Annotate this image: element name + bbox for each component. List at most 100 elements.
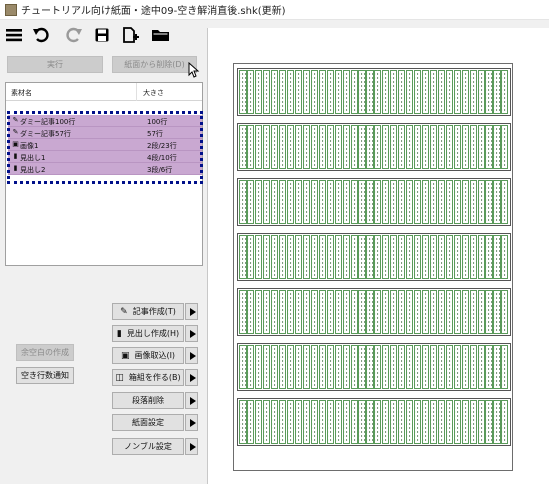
line-cell	[263, 180, 271, 224]
title-bar: チュートリアル向け紙面・途中09-空き解消直後.shk(更新)	[0, 0, 549, 20]
page-block[interactable]	[237, 68, 511, 116]
line-cell	[477, 70, 485, 114]
line-cell	[350, 400, 358, 444]
line-cell	[445, 125, 453, 169]
nombre-settings-button[interactable]: ノンブル設定	[112, 438, 184, 455]
line-cell	[326, 70, 334, 114]
list-item[interactable]: ✎ ダミー記事100行 100行	[8, 115, 202, 127]
create-heading-label: 見出し作成(H)	[126, 329, 180, 338]
line-cell	[342, 290, 350, 334]
line-cell	[406, 235, 414, 279]
line-cell	[469, 70, 477, 114]
line-cell	[358, 125, 366, 169]
line-cell	[271, 400, 279, 444]
line-cell	[421, 125, 430, 169]
line-cell	[294, 235, 303, 279]
line-cell	[461, 235, 469, 279]
nombre-settings-arrow[interactable]	[185, 438, 198, 455]
line-cell	[326, 125, 334, 169]
line-cell	[263, 70, 271, 114]
line-cell	[414, 345, 422, 389]
line-cell	[382, 290, 390, 334]
line-cell	[501, 235, 509, 279]
line-cell	[477, 400, 485, 444]
line-cell	[501, 180, 509, 224]
redo-icon[interactable]	[62, 25, 84, 45]
page-block[interactable]	[237, 178, 511, 226]
line-cell	[493, 290, 501, 334]
menu-icon[interactable]	[3, 25, 25, 45]
create-article-arrow[interactable]	[185, 303, 198, 320]
line-cell	[350, 290, 358, 334]
make-box-arrow[interactable]	[185, 369, 198, 386]
line-cell	[493, 70, 501, 114]
list-item[interactable]: ✎ ダミー記事57行 57行	[8, 127, 202, 139]
open-folder-icon[interactable]	[150, 25, 172, 45]
line-cell	[469, 400, 477, 444]
line-cell	[247, 180, 255, 224]
line-cell	[390, 235, 398, 279]
fill-blank-button[interactable]: 余空白の作成	[16, 344, 74, 361]
create-article-button[interactable]: ✎ 記事作成(T)	[112, 303, 184, 320]
newspaper-page[interactable]	[233, 63, 513, 471]
material-list[interactable]: 素材名 大きさ ✎ ダミー記事100行 100行 ✎ ダミー記事57行 57行 …	[5, 82, 203, 266]
line-cell	[469, 290, 477, 334]
line-cell	[247, 125, 255, 169]
line-cell	[358, 290, 366, 334]
make-box-button[interactable]: ◫ 箱組を作る(B)	[112, 369, 184, 386]
line-cell	[461, 290, 469, 334]
page-block[interactable]	[237, 343, 511, 391]
page-settings-button[interactable]: 紙面設定	[112, 414, 184, 431]
remove-from-page-button[interactable]: 紙面から削除(D)	[112, 56, 197, 73]
line-cell	[334, 235, 342, 279]
save-icon[interactable]	[91, 25, 113, 45]
line-cell	[294, 345, 303, 389]
page-block[interactable]	[237, 288, 511, 336]
list-item[interactable]: ▮ 見出し2 3段/6行	[8, 163, 202, 175]
new-document-icon[interactable]	[120, 25, 142, 45]
item-name: 見出し1	[20, 154, 46, 162]
line-cell	[326, 180, 334, 224]
create-heading-arrow[interactable]	[185, 325, 198, 342]
column-header-name[interactable]: 素材名	[11, 88, 32, 98]
column-header-size[interactable]: 大きさ	[143, 88, 164, 98]
line-cell	[445, 70, 453, 114]
import-image-button[interactable]: ▣ 画像取込(I)	[112, 347, 184, 364]
line-cell	[429, 180, 438, 224]
line-cell	[453, 345, 461, 389]
undo-icon[interactable]	[31, 25, 53, 45]
import-image-arrow[interactable]	[185, 347, 198, 364]
line-cell	[334, 290, 342, 334]
line-cell	[390, 345, 398, 389]
line-cell	[334, 70, 342, 114]
line-cell	[255, 345, 263, 389]
list-rows: ✎ ダミー記事100行 100行 ✎ ダミー記事57行 57行 ▣ 画像1 2段…	[8, 115, 202, 175]
page-block[interactable]	[237, 233, 511, 281]
page-settings-arrow[interactable]	[185, 414, 198, 431]
line-cell	[453, 290, 461, 334]
create-heading-button[interactable]: ▮ 見出し作成(H)	[112, 325, 184, 342]
item-name: 見出し2	[20, 166, 46, 174]
line-cell	[279, 70, 287, 114]
delete-paragraph-arrow[interactable]	[185, 392, 198, 409]
list-item[interactable]: ▣ 画像1 2段/23行	[8, 139, 202, 151]
line-cell	[445, 290, 453, 334]
item-name: 画像1	[20, 142, 39, 150]
item-size: 100行	[147, 118, 168, 126]
page-canvas[interactable]	[207, 28, 549, 484]
delete-paragraph-button[interactable]: 段落削除	[112, 392, 184, 409]
empty-lines-notify-button[interactable]: 空き行数通知	[16, 367, 74, 384]
line-cell	[302, 70, 311, 114]
run-button[interactable]: 実行	[7, 56, 103, 73]
line-cell	[406, 125, 414, 169]
line-cell	[318, 235, 326, 279]
list-item[interactable]: ▮ 見出し1 4段/10行	[8, 151, 202, 163]
line-cell	[493, 235, 501, 279]
line-cell	[374, 400, 382, 444]
page-block[interactable]	[237, 123, 511, 171]
line-cell	[453, 125, 461, 169]
line-cell	[239, 345, 247, 389]
page-block[interactable]	[237, 398, 511, 446]
line-cell	[429, 400, 438, 444]
line-cell	[326, 400, 334, 444]
